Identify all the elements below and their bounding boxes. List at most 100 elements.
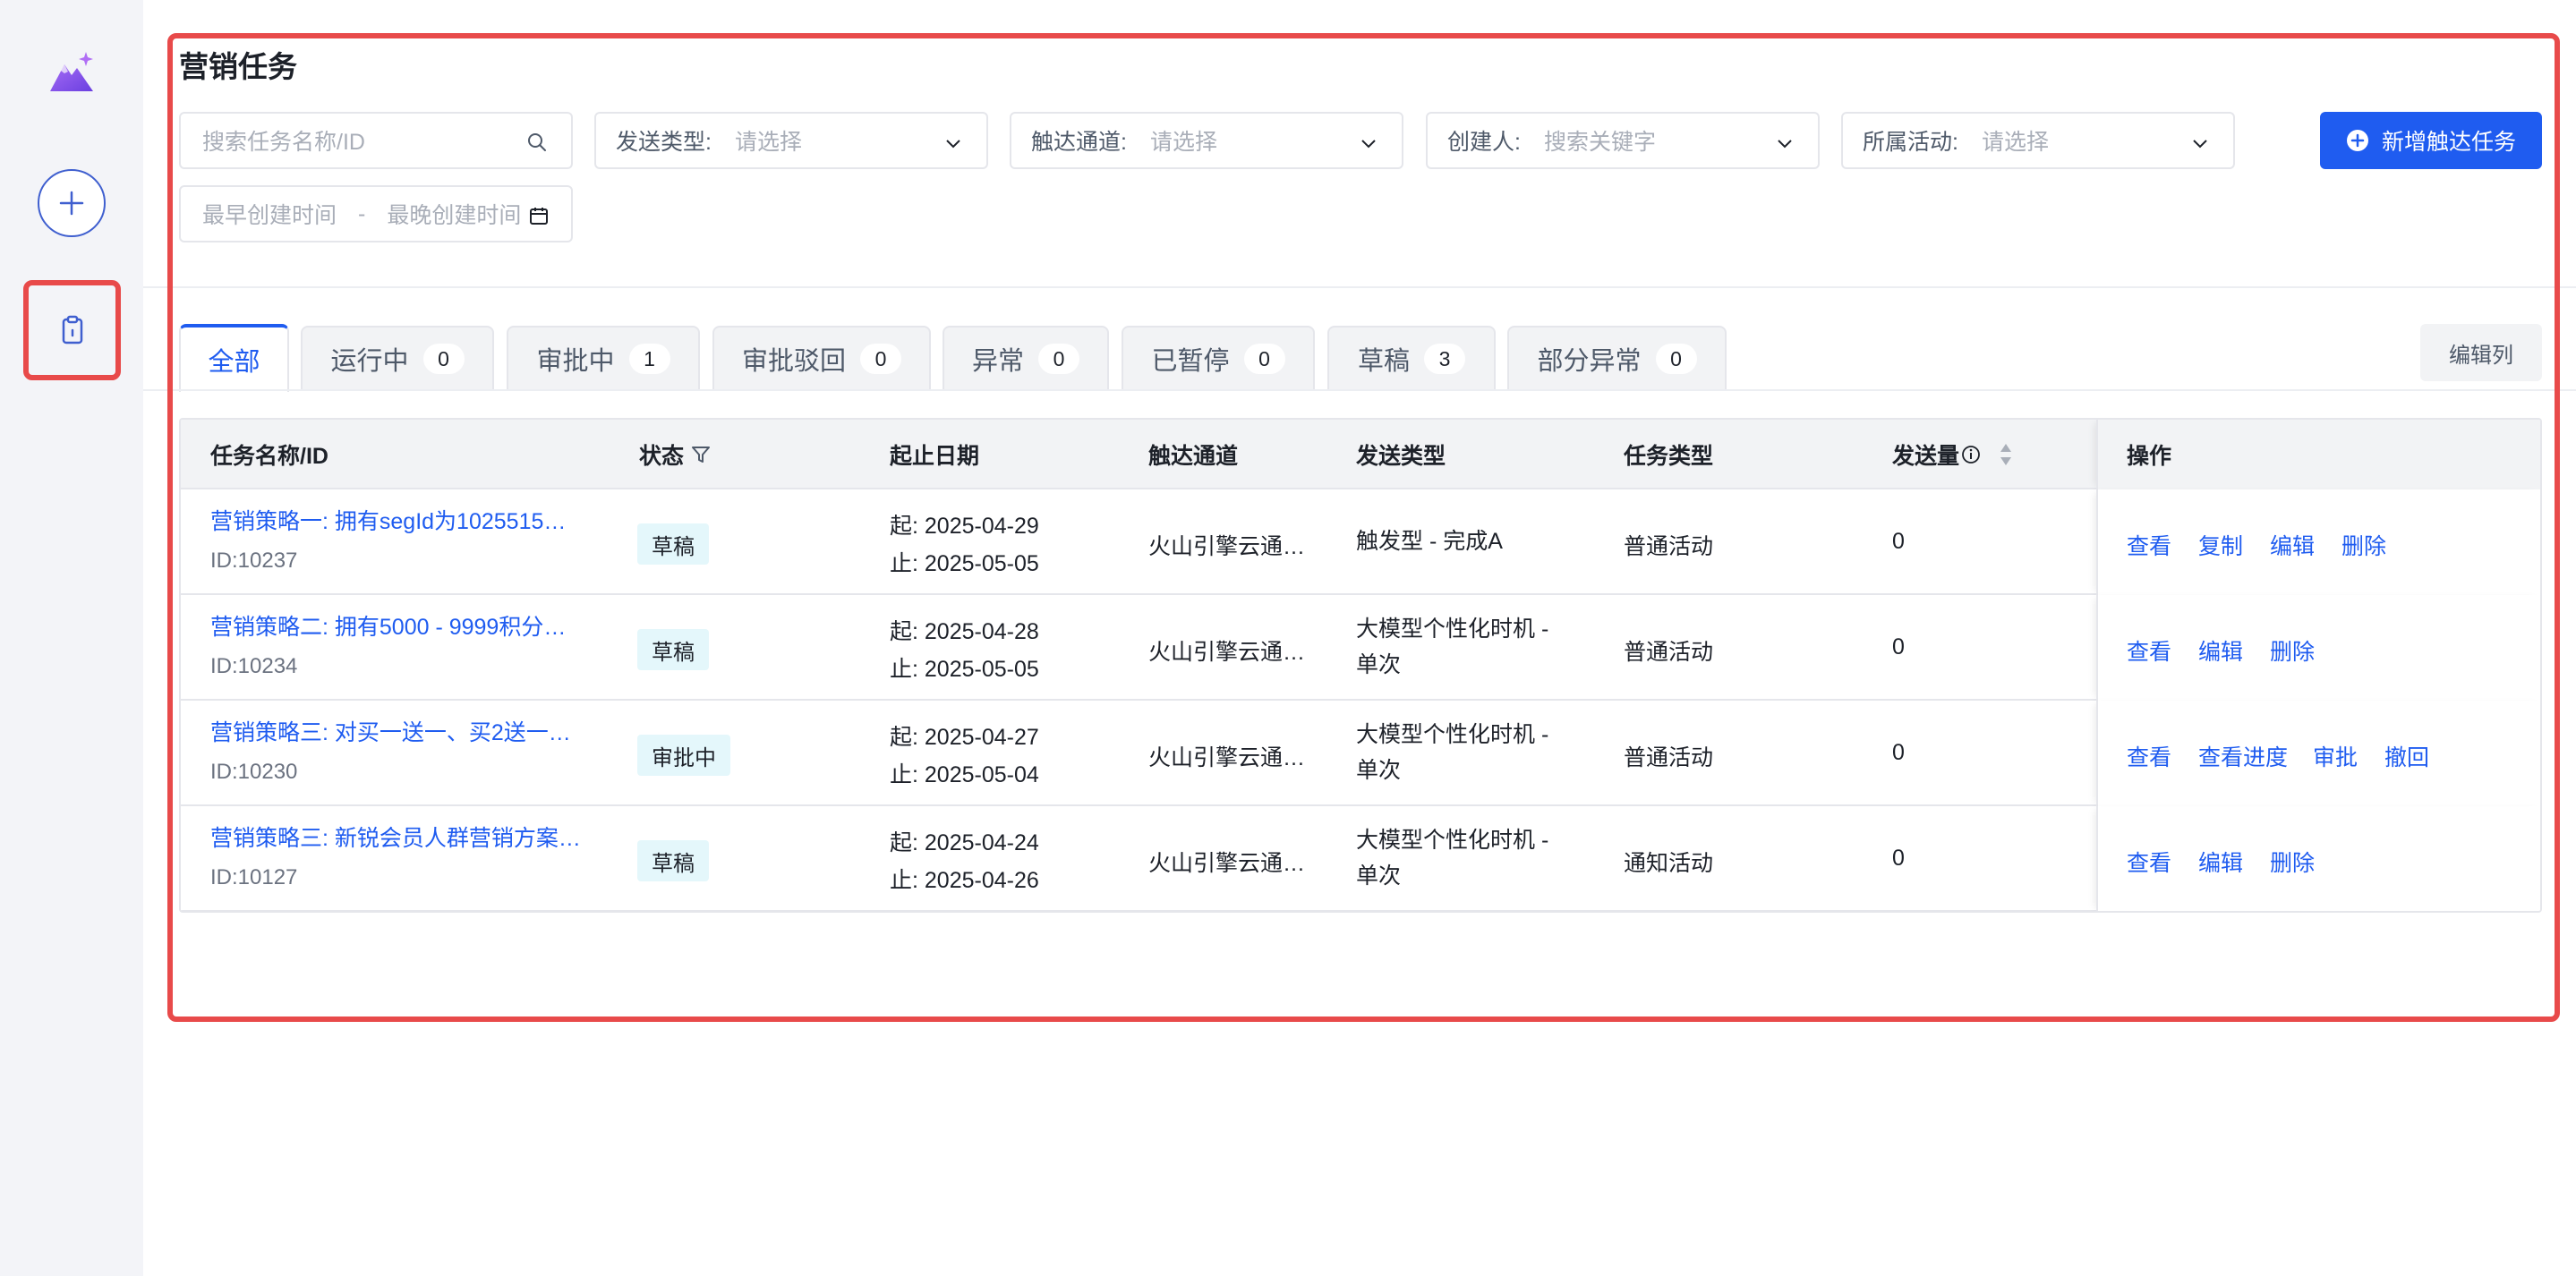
task-type-cell: 普通活动 [1624, 745, 1714, 770]
edit-columns-button[interactable]: 编辑列 [2420, 324, 2542, 381]
tab-rejected[interactable]: 审批驳回 0 [712, 326, 931, 390]
end-date: 止: 2025-05-04 [890, 762, 1039, 787]
col-channel-label: 触达通道 [1148, 444, 1239, 469]
channel-label: 触达通道: [1031, 130, 1127, 155]
tab-label: 运行中 [330, 347, 409, 376]
end-date: 止: 2025-04-26 [890, 868, 1039, 893]
view-action[interactable]: 查看 [2127, 529, 2171, 561]
withdraw-action[interactable]: 撤回 [2384, 740, 2429, 772]
volume-cell: 0 [1892, 529, 1905, 554]
task-name-link[interactable]: 营销策略二: 拥有5000 - 9999积分余… [210, 609, 586, 642]
date-range: 起: 2025-04-28 止: 2025-05-05 [890, 613, 1039, 688]
tab-approving[interactable]: 审批中 1 [507, 326, 700, 390]
actions-cell: 查看 编辑 删除 [2096, 595, 2540, 701]
tabs-divider [143, 389, 2576, 391]
tab-draft[interactable]: 草稿 3 [1327, 326, 1496, 390]
channel-cell: 火山引擎云通… [1148, 534, 1306, 559]
status-badge: 草稿 [637, 629, 709, 670]
tab-paused[interactable]: 已暂停 0 [1122, 326, 1315, 390]
start-date: 起: 2025-04-28 [890, 619, 1039, 644]
page-title: 营销任务 [179, 50, 297, 83]
col-volume[interactable]: 发送量 [1892, 420, 2015, 489]
delete-action[interactable]: 删除 [2341, 529, 2386, 561]
chevron-down-icon [1361, 140, 1376, 149]
tab-label: 审批中 [536, 347, 615, 376]
date-separator: - [358, 200, 366, 226]
tab-count: 0 [1655, 344, 1697, 374]
col-task-type: 任务类型 [1624, 420, 1713, 489]
plus-circle-icon [2346, 130, 2368, 151]
col-actions: 操作 [2096, 420, 2540, 489]
delete-action[interactable]: 删除 [2270, 634, 2315, 667]
clipboard-icon [62, 315, 82, 345]
creator-label: 创建人: [1447, 130, 1521, 155]
edit-action[interactable]: 编辑 [2270, 529, 2315, 561]
send-type-line: 单次 [1356, 863, 1402, 889]
add-task-button[interactable]: 新增触达任务 [2320, 112, 2542, 169]
volume-cell: 0 [1892, 740, 1905, 765]
col-send-type-label: 发送类型 [1356, 444, 1446, 469]
status-badge: 草稿 [637, 840, 709, 881]
approve-action[interactable]: 审批 [2313, 740, 2358, 772]
col-name-label: 任务名称/ID [210, 444, 328, 469]
edit-action[interactable]: 编辑 [2198, 846, 2243, 878]
task-id: ID:10127 [210, 865, 298, 889]
start-date: 起: 2025-04-29 [890, 514, 1039, 539]
view-action[interactable]: 查看 [2127, 846, 2171, 878]
date-range: 起: 2025-04-24 止: 2025-04-26 [890, 824, 1039, 899]
activity-select[interactable]: 所属活动: 请选择 [1841, 112, 2235, 169]
app-logo[interactable] [47, 48, 97, 98]
tab-partial-abnormal[interactable]: 部分异常 0 [1507, 326, 1727, 390]
col-channel: 触达通道 [1148, 420, 1238, 489]
tab-count: 0 [860, 344, 901, 374]
send-type-select[interactable]: 发送类型: 请选择 [594, 112, 988, 169]
task-name-link[interactable]: 营销策略三: 对买一送一、买2送一折… [210, 715, 586, 747]
copy-action[interactable]: 复制 [2198, 529, 2243, 561]
tab-label: 草稿 [1357, 347, 1410, 376]
sort-icon[interactable] [1997, 441, 2015, 468]
tab-label: 部分异常 [1537, 347, 1642, 376]
status-badge: 草稿 [637, 523, 709, 565]
edit-action[interactable]: 编辑 [2198, 634, 2243, 667]
task-table: 任务名称/ID 状态 起止日期 触达通道 发送类型 任务类型 发送量 操作 营销… [179, 418, 2542, 913]
end-date: 止: 2025-05-05 [890, 551, 1039, 576]
tab-abnormal[interactable]: 异常 0 [943, 326, 1109, 390]
add-task-label: 新增触达任务 [2381, 130, 2516, 155]
send-type-line: 触发型 - 完成A [1356, 529, 1503, 554]
task-name-link[interactable]: 营销策略一: 拥有segId为1025515特… [210, 504, 586, 536]
delete-action[interactable]: 删除 [2270, 846, 2315, 878]
create-button[interactable] [38, 169, 106, 237]
search-icon [528, 133, 546, 151]
view-progress-action[interactable]: 查看进度 [2198, 740, 2288, 772]
view-action[interactable]: 查看 [2127, 740, 2171, 772]
send-type-line: 大模型个性化时机 - [1356, 722, 1549, 747]
col-name: 任务名称/ID [210, 420, 328, 489]
chevron-down-icon [1778, 140, 1792, 149]
task-name-link[interactable]: 营销策略三: 新锐会员人群营销方案_… [210, 821, 586, 853]
tab-count: 1 [628, 344, 670, 374]
creator-select[interactable]: 创建人: 搜索关键字 [1426, 112, 1820, 169]
tab-all[interactable]: 全部 [179, 324, 289, 392]
date-range-picker[interactable]: 最早创建时间 - 最晚创建时间 [179, 185, 573, 242]
date-start-input[interactable]: 最早创建时间 [202, 198, 337, 230]
col-task-type-label: 任务类型 [1624, 444, 1714, 469]
col-volume-label: 发送量 [1892, 444, 1960, 469]
filter-icon[interactable] [689, 443, 712, 466]
tab-running[interactable]: 运行中 0 [301, 326, 494, 390]
sidebar-item-tasks[interactable] [23, 280, 121, 380]
actions-cell: 查看 编辑 删除 [2096, 806, 2540, 911]
tab-count: 0 [1243, 344, 1285, 374]
col-actions-label: 操作 [2127, 444, 2172, 469]
send-type-label: 发送类型: [616, 130, 712, 155]
creator-placeholder: 搜索关键字 [1543, 130, 1656, 155]
actions-cell: 查看 查看进度 审批 撤回 [2096, 701, 2540, 806]
search-input[interactable]: 搜索任务名称/ID [179, 112, 573, 169]
channel-select[interactable]: 触达通道: 请选择 [1010, 112, 1403, 169]
actions-cell: 查看 复制 编辑 删除 [2096, 489, 2540, 595]
date-end-input[interactable]: 最晚创建时间 [387, 198, 521, 230]
activity-placeholder: 请选择 [1981, 130, 2049, 155]
view-action[interactable]: 查看 [2127, 634, 2171, 667]
send-type-line: 大模型个性化时机 - [1356, 617, 1549, 642]
tab-count: 3 [1424, 344, 1465, 374]
channel-placeholder: 请选择 [1149, 130, 1217, 155]
